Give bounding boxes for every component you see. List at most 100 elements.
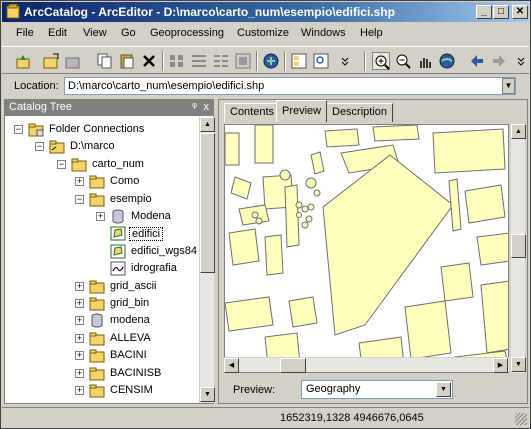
tree-item[interactable]: + BACINISB xyxy=(75,365,199,383)
scroll-down-icon[interactable]: ▼ xyxy=(511,357,526,372)
toolbar-overflow-icon[interactable] xyxy=(336,52,354,70)
scroll-thumb[interactable] xyxy=(511,234,526,258)
expand-icon[interactable]: + xyxy=(96,212,105,221)
tree-item[interactable]: + grid_ascii xyxy=(75,278,199,296)
building-polygon xyxy=(476,232,508,266)
tree-item[interactable]: + Como xyxy=(75,173,199,191)
zoom-out-icon[interactable] xyxy=(394,52,412,70)
map-vertical-scrollbar[interactable]: ▲ ▼ xyxy=(510,124,526,373)
collapse-icon[interactable]: − xyxy=(35,142,44,152)
expand-icon[interactable]: + xyxy=(75,316,84,326)
tree-item[interactable]: edifici xyxy=(96,225,199,243)
details-icon[interactable] xyxy=(212,52,230,70)
map-canvas[interactable] xyxy=(225,125,509,373)
scroll-thumb[interactable] xyxy=(200,133,215,273)
list-icon[interactable] xyxy=(190,52,208,70)
scroll-up-icon[interactable]: ▲ xyxy=(200,117,215,132)
forward-icon[interactable] xyxy=(490,52,508,70)
tree-item[interactable]: + BACINI xyxy=(75,347,199,365)
minimize-button[interactable]: _ xyxy=(476,5,492,19)
menu-windows[interactable]: Windows xyxy=(301,27,346,39)
tree-item[interactable]: − D:\marco xyxy=(35,138,199,156)
preview-type-select[interactable]: Geography ▼ xyxy=(301,380,453,399)
disconnect-folder-icon[interactable] xyxy=(64,52,82,70)
search-window-icon[interactable] xyxy=(312,52,330,70)
full-extent-icon[interactable] xyxy=(438,52,456,70)
tree-item[interactable]: edifici_wgs84 xyxy=(96,243,199,261)
scroll-up-icon[interactable]: ▲ xyxy=(511,124,526,139)
building-point xyxy=(305,177,317,189)
tree-item-label: BACINISB xyxy=(110,366,162,379)
menu-edit[interactable]: Edit xyxy=(48,27,67,39)
connect-folder-icon[interactable] xyxy=(42,52,60,70)
arccatalog-icon xyxy=(6,4,20,19)
large-icons-icon[interactable] xyxy=(168,52,186,70)
tab-contents[interactable]: Contents xyxy=(224,103,281,122)
menu-help[interactable]: Help xyxy=(360,27,383,39)
tab-description[interactable]: Description xyxy=(326,103,394,122)
tree-item[interactable]: + Modena xyxy=(96,208,199,226)
delete-icon[interactable] xyxy=(140,52,158,70)
expand-icon[interactable]: + xyxy=(75,333,84,343)
scroll-thumb[interactable] xyxy=(280,358,306,373)
collapse-icon[interactable]: − xyxy=(14,125,23,134)
tree-item[interactable]: − carto_num xyxy=(57,156,199,174)
launch-arcmap-icon[interactable] xyxy=(262,52,280,70)
tree-item[interactable]: + CENSIM xyxy=(75,382,199,400)
expand-icon[interactable]: + xyxy=(75,299,84,308)
tree-vertical-scrollbar[interactable]: ▲ ▼ xyxy=(199,117,215,403)
location-dropdown-icon[interactable]: ▼ xyxy=(502,78,515,94)
menu-geoprocessing[interactable]: Geoprocessing xyxy=(150,27,224,39)
collapse-icon[interactable]: − xyxy=(75,194,84,204)
menu-customize[interactable]: Customize xyxy=(237,27,289,39)
catalog-tree-panel: Catalog Tree ᵠ x − Folder Connections − D:\… xyxy=(4,99,215,404)
expand-icon[interactable]: + xyxy=(75,177,84,187)
tab-preview[interactable]: Preview xyxy=(276,100,328,122)
line-shapefile-icon xyxy=(110,261,126,276)
copy-icon[interactable] xyxy=(96,52,114,70)
paste-icon[interactable] xyxy=(118,52,136,70)
tree-item[interactable]: + grid_bin xyxy=(75,295,199,313)
tree-item[interactable]: − Folder Connections xyxy=(14,121,199,139)
tree-item[interactable]: idrografia xyxy=(96,260,199,278)
tree-item-label: grid_bin xyxy=(110,297,150,309)
scroll-left-icon[interactable]: ◀ xyxy=(224,358,239,373)
toolbar-overflow-icon[interactable] xyxy=(512,52,530,70)
pin-icon[interactable]: ᵠ xyxy=(192,101,197,113)
close-button[interactable]: ✕ xyxy=(512,5,528,19)
expand-icon[interactable]: + xyxy=(75,281,84,291)
scroll-down-icon[interactable]: ▼ xyxy=(200,387,215,402)
back-icon[interactable] xyxy=(468,52,486,70)
zoom-in-icon[interactable] xyxy=(372,52,390,70)
folder-connection-icon xyxy=(49,139,65,154)
building-point xyxy=(305,215,313,223)
status-bar: 1652319,1328 4946676,0645 xyxy=(2,407,529,427)
tree-item-label: carto_num xyxy=(92,157,144,170)
menu-file[interactable]: File xyxy=(16,27,34,39)
maximize-button[interactable]: □ xyxy=(493,5,509,19)
up-one-level-icon[interactable] xyxy=(14,52,32,70)
chevron-down-icon[interactable]: ▼ xyxy=(436,382,451,397)
expand-icon[interactable]: + xyxy=(75,368,84,378)
expand-icon[interactable]: + xyxy=(75,386,84,395)
map-horizontal-scrollbar[interactable]: ◀ ▶ xyxy=(224,357,509,373)
expand-icon[interactable]: + xyxy=(75,351,84,361)
tree-item[interactable]: + modena xyxy=(75,312,199,330)
resize-grip-icon[interactable] xyxy=(515,413,527,425)
geography-preview[interactable] xyxy=(224,124,509,373)
toolbar-separator xyxy=(256,51,258,71)
scroll-right-icon[interactable]: ▶ xyxy=(493,358,508,373)
close-panel-icon[interactable]: x xyxy=(204,101,210,113)
collapse-icon[interactable]: − xyxy=(57,159,66,169)
menu-go[interactable]: Go xyxy=(121,27,136,39)
tree-item[interactable]: − esempio xyxy=(75,191,199,209)
location-input[interactable]: D:\marco\carto_num\esempio\edifici.shp xyxy=(64,77,516,95)
catalog-tree-icon[interactable] xyxy=(290,52,308,70)
pan-icon[interactable] xyxy=(416,52,434,70)
building-point xyxy=(251,211,259,219)
tree-item-label: esempio xyxy=(110,192,152,205)
thumbnails-icon[interactable] xyxy=(234,52,252,70)
title-bar[interactable]: ArcCatalog - ArcEditor - D:\marco\carto_… xyxy=(2,2,529,22)
menu-view[interactable]: View xyxy=(83,27,107,39)
tree-item[interactable]: + ALLEVA xyxy=(75,330,199,348)
